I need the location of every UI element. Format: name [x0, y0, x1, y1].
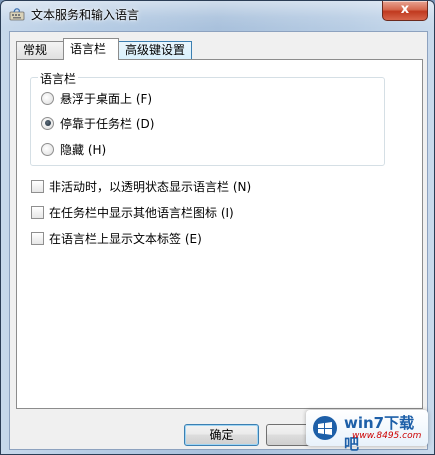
checkbox-label: 在语言栏上显示文本标签 (E) — [49, 231, 202, 246]
title-bar[interactable]: 文本服务和输入语言 x — [1, 1, 434, 28]
radio-button-selected[interactable] — [41, 116, 54, 130]
radio-button[interactable] — [41, 142, 54, 156]
dialog-window: 文本服务和输入语言 x 常规 语言栏 高级键设置 语言栏 悬浮于桌面上 (F) … — [0, 0, 435, 455]
close-button[interactable]: x — [382, 1, 428, 21]
checkbox[interactable] — [31, 231, 44, 245]
dialog-client-area: 常规 语言栏 高级键设置 语言栏 悬浮于桌面上 (F) 停靠于任务栏 (D) 隐… — [9, 31, 428, 450]
radio-label: 隐藏 (H) — [60, 142, 107, 157]
watermark-url: www.8495.com — [352, 431, 422, 441]
checkbox[interactable] — [31, 205, 44, 219]
close-icon: x — [400, 2, 410, 17]
keyboard-icon — [9, 8, 25, 21]
window-title: 文本服务和输入语言 — [31, 8, 140, 22]
radio-float-on-desktop[interactable]: 悬浮于桌面上 (F) — [41, 90, 152, 106]
radio-label: 停靠于任务栏 (D) — [60, 116, 155, 131]
checkbox-show-additional-icons[interactable]: 在任务栏中显示其他语言栏图标 (I) — [31, 204, 234, 220]
checkbox-transparent-when-inactive[interactable]: 非活动时，以透明状态显示语言栏 (N) — [31, 178, 251, 194]
checkbox[interactable] — [31, 179, 44, 193]
ok-button[interactable]: 确定 — [184, 424, 259, 446]
radio-button[interactable] — [41, 91, 54, 105]
radio-hidden[interactable]: 隐藏 (H) — [41, 141, 106, 157]
watermark-logo: win7下载吧 www.8495.com — [306, 410, 428, 453]
checkbox-label: 在任务栏中显示其他语言栏图标 (I) — [49, 205, 234, 220]
checkbox-label: 非活动时，以透明状态显示语言栏 (N) — [49, 179, 252, 194]
group-title: 语言栏 — [38, 70, 79, 87]
tab-language-bar[interactable]: 语言栏 — [63, 38, 119, 60]
checkbox-show-text-labels[interactable]: 在语言栏上显示文本标签 (E) — [31, 230, 202, 246]
windows-logo-icon — [313, 416, 337, 440]
language-bar-group: 语言栏 悬浮于桌面上 (F) 停靠于任务栏 (D) 隐藏 (H) — [30, 70, 385, 166]
tab-advanced-key-settings[interactable]: 高级键设置 — [118, 41, 192, 60]
radio-dock-in-taskbar[interactable]: 停靠于任务栏 (D) — [41, 115, 154, 131]
tab-general[interactable]: 常规 — [16, 41, 64, 59]
tab-panel-language-bar: 语言栏 悬浮于桌面上 (F) 停靠于任务栏 (D) 隐藏 (H) 非活动时，以透… — [16, 59, 423, 409]
radio-label: 悬浮于桌面上 (F) — [60, 91, 153, 106]
